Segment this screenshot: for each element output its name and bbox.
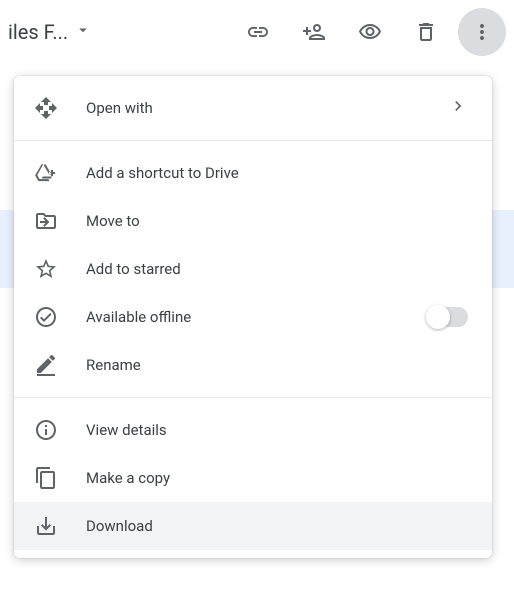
toolbar: iles F...: [0, 0, 514, 64]
drive-shortcut-icon: [34, 161, 58, 185]
menu-label: Rename: [86, 356, 468, 374]
chevron-right-icon: [448, 96, 468, 120]
get-link-button[interactable]: [234, 8, 282, 56]
menu-item-make-copy[interactable]: Make a copy: [14, 454, 492, 502]
page-title: iles F...: [8, 20, 68, 44]
copy-icon: [34, 466, 58, 490]
menu-label: Available offline: [86, 308, 400, 326]
divider: [14, 397, 492, 398]
menu-item-add-starred[interactable]: Add to starred: [14, 245, 492, 293]
menu-item-open-with[interactable]: Open with: [14, 84, 492, 132]
menu-item-move-to[interactable]: Move to: [14, 197, 492, 245]
delete-button[interactable]: [402, 8, 450, 56]
divider: [14, 140, 492, 141]
share-button[interactable]: [290, 8, 338, 56]
menu-item-available-offline[interactable]: Available offline: [14, 293, 492, 341]
menu-label: Add to starred: [86, 260, 468, 278]
menu-item-rename[interactable]: Rename: [14, 341, 492, 389]
caret-down-icon: [74, 20, 92, 44]
star-icon: [34, 257, 58, 281]
menu-label: Make a copy: [86, 469, 468, 487]
info-icon: [34, 418, 58, 442]
folder-move-icon: [34, 209, 58, 233]
menu-item-download[interactable]: Download: [14, 502, 492, 550]
more-vert-icon: [470, 20, 494, 44]
preview-button[interactable]: [346, 8, 394, 56]
open-with-icon: [34, 96, 58, 120]
menu-item-view-details[interactable]: View details: [14, 406, 492, 454]
rename-icon: [34, 353, 58, 377]
trash-icon: [414, 20, 438, 44]
eye-icon: [358, 20, 382, 44]
link-icon: [246, 20, 270, 44]
menu-label: Open with: [86, 99, 420, 117]
context-menu: Open with Add a shortcut to Drive Move t…: [14, 76, 492, 558]
menu-label: Add a shortcut to Drive: [86, 164, 468, 182]
menu-item-add-shortcut[interactable]: Add a shortcut to Drive: [14, 149, 492, 197]
menu-label: Download: [86, 517, 468, 535]
offline-icon: [34, 305, 58, 329]
breadcrumb[interactable]: iles F...: [8, 20, 92, 44]
offline-toggle[interactable]: [428, 307, 468, 327]
download-icon: [34, 514, 58, 538]
more-actions-button[interactable]: [458, 8, 506, 56]
menu-label: Move to: [86, 212, 468, 230]
person-add-icon: [302, 20, 326, 44]
menu-label: View details: [86, 421, 468, 439]
